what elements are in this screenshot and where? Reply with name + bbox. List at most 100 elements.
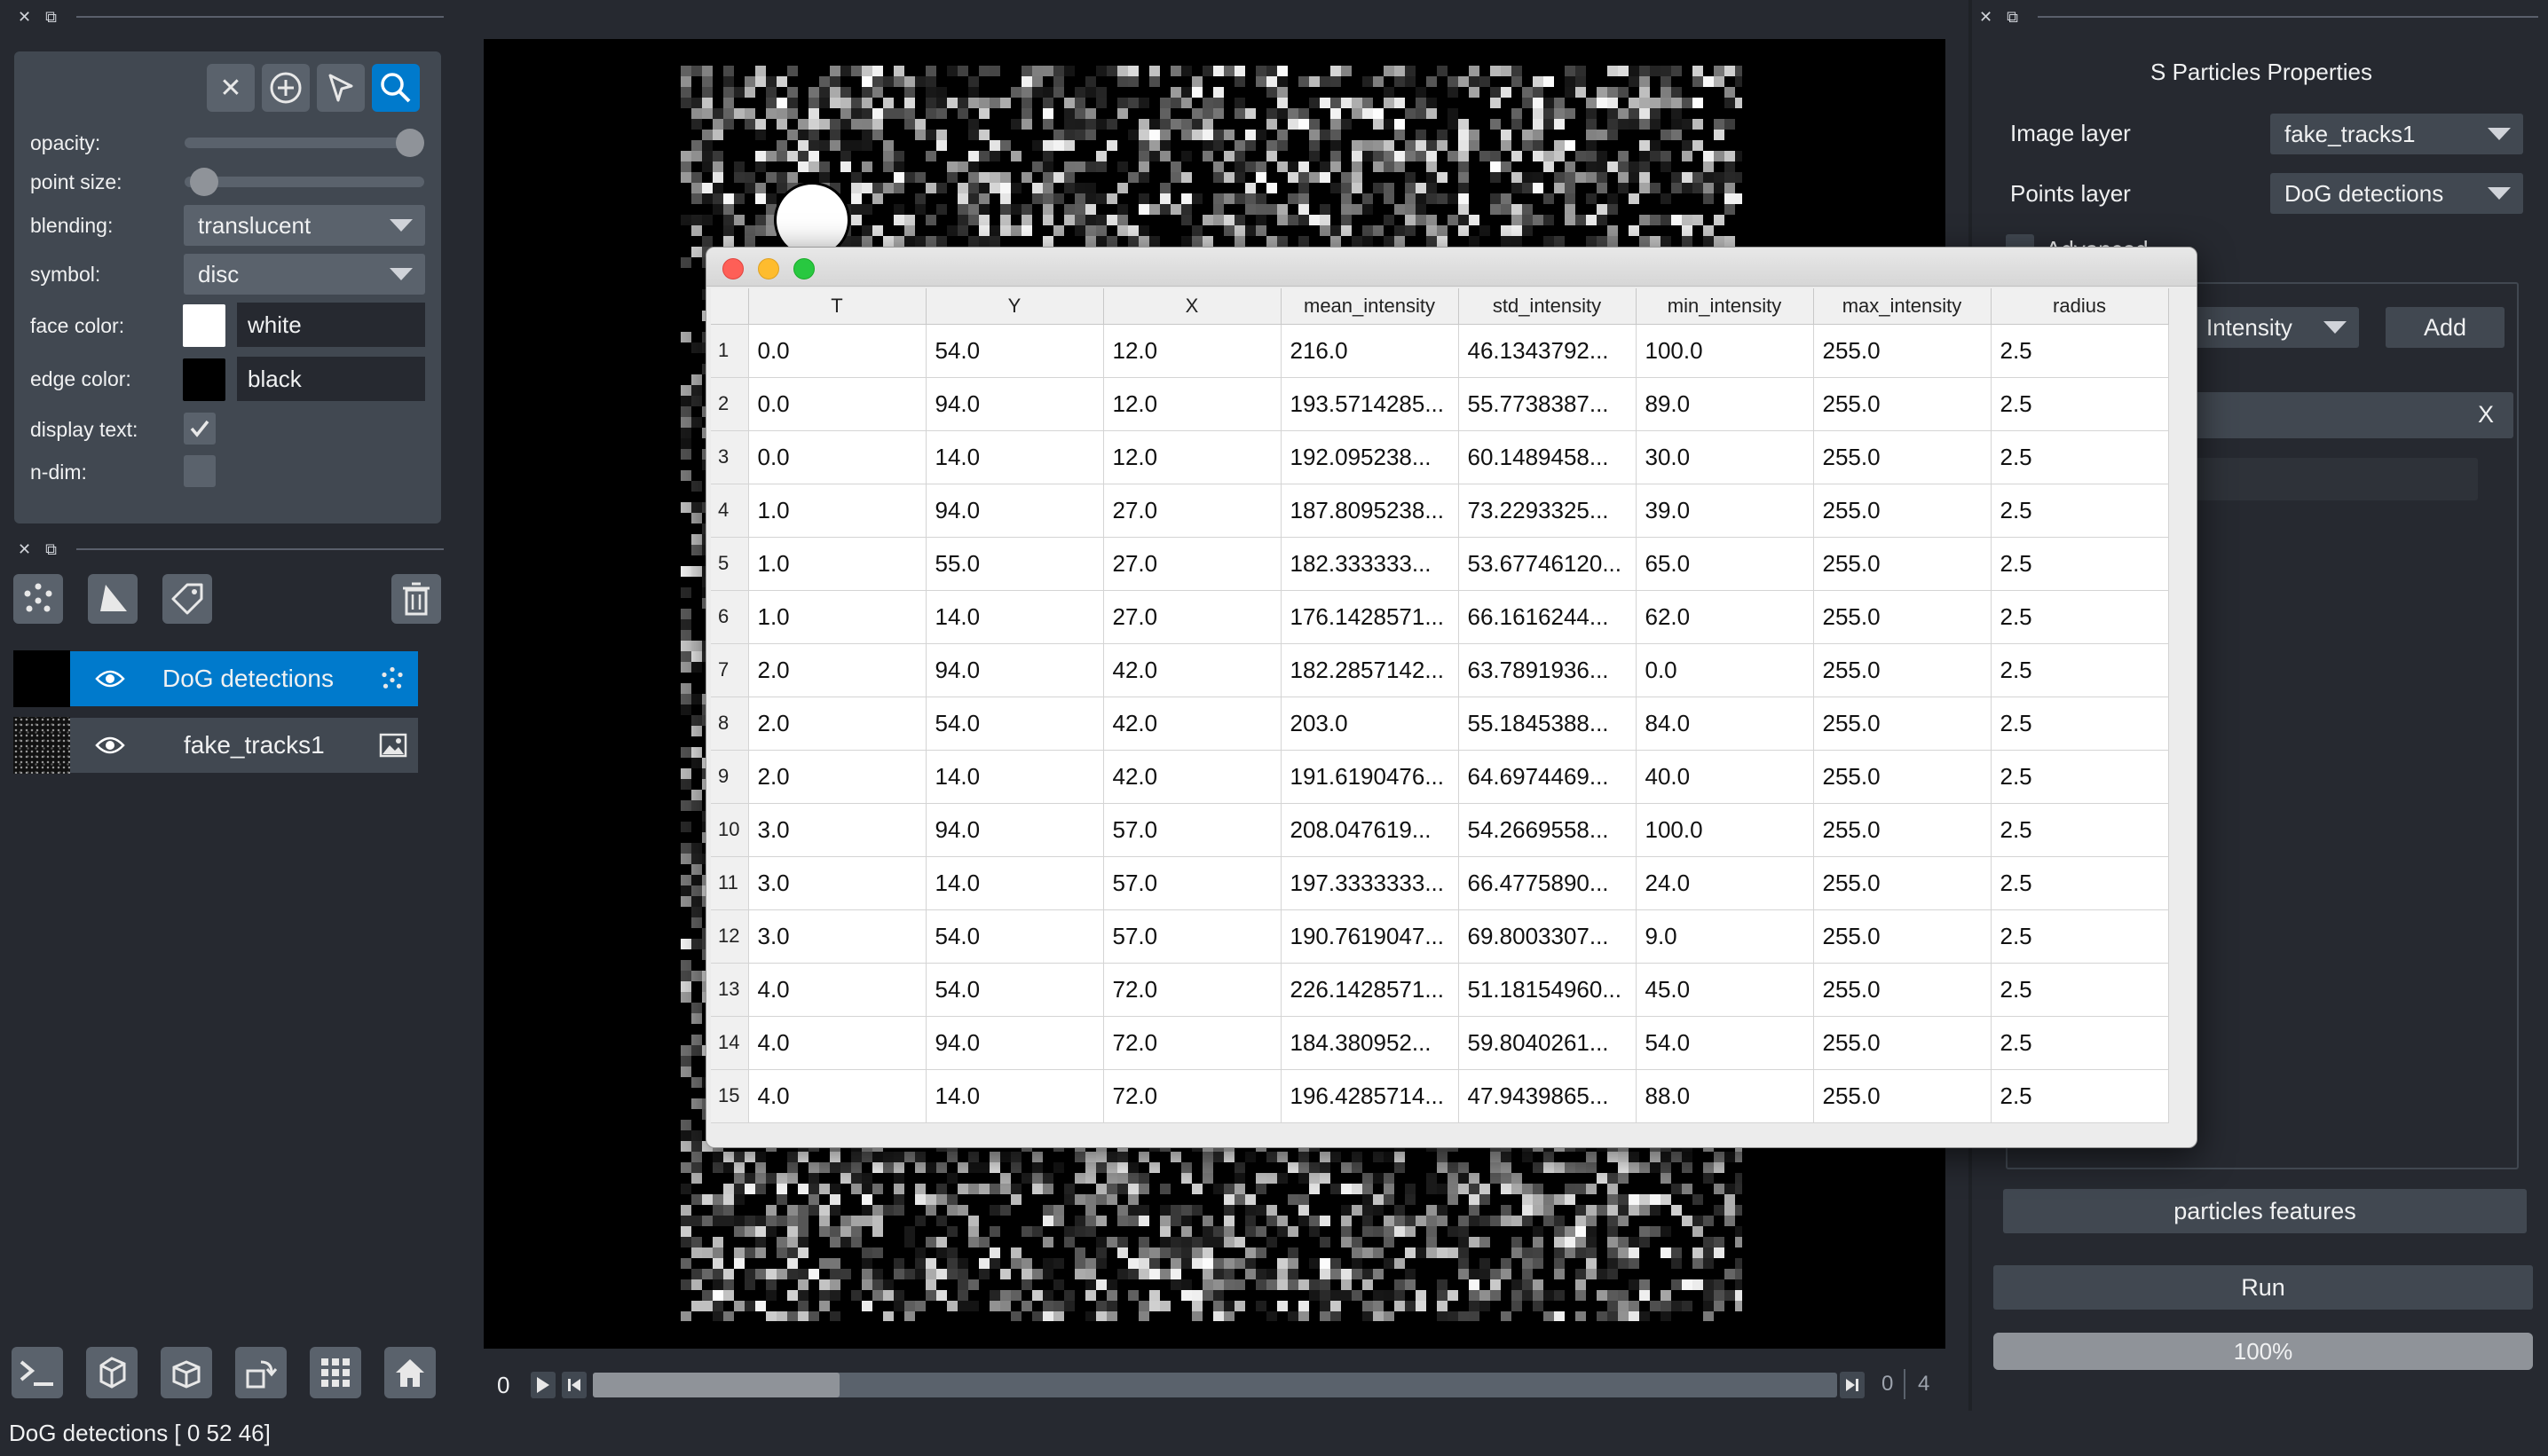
add-feature-button[interactable]: Add bbox=[2386, 307, 2505, 348]
ndisplay-button[interactable] bbox=[86, 1347, 138, 1398]
table-row[interactable]: 13 4.0 54.0 72.0 226.1428571... 51.18154960..… bbox=[711, 963, 2169, 1017]
close-icon[interactable]: ✕ bbox=[18, 9, 31, 25]
table-cell[interactable]: 4.0 bbox=[748, 1016, 927, 1070]
table-cell[interactable]: 12.0 bbox=[1103, 324, 1282, 378]
roll-dims-button[interactable] bbox=[161, 1347, 212, 1398]
window-titlebar[interactable] bbox=[706, 248, 2197, 287]
table-row[interactable]: 7 2.0 94.0 42.0 182.2857142... 63.7891936... 0… bbox=[711, 643, 2169, 697]
table-cell[interactable]: 94.0 bbox=[926, 803, 1104, 857]
table-cell[interactable]: 255.0 bbox=[1813, 643, 1992, 697]
table-cell[interactable]: 27.0 bbox=[1103, 484, 1282, 538]
table-cell[interactable]: 2.5 bbox=[1991, 484, 2169, 538]
layer-row-dog-detections[interactable]: DoG detections bbox=[70, 651, 418, 706]
table-cell[interactable]: 57.0 bbox=[1103, 909, 1282, 964]
row-number[interactable]: 1 bbox=[711, 324, 749, 378]
column-header[interactable]: std_intensity bbox=[1458, 288, 1637, 325]
close-icon[interactable]: ✕ bbox=[1979, 9, 1992, 25]
table-row[interactable]: 11 3.0 14.0 57.0 197.3333333... 66.4775890...… bbox=[711, 856, 2169, 910]
table-cell[interactable]: 54.2669558... bbox=[1458, 803, 1637, 857]
ndim-checkbox[interactable] bbox=[184, 455, 216, 487]
table-cell[interactable]: 2.5 bbox=[1991, 963, 2169, 1017]
opacity-slider[interactable] bbox=[185, 138, 424, 148]
float-icon[interactable]: ⧉ bbox=[2007, 9, 2018, 25]
table-cell[interactable]: 94.0 bbox=[926, 484, 1104, 538]
row-number[interactable]: 6 bbox=[711, 590, 749, 644]
row-number[interactable]: 4 bbox=[711, 484, 749, 538]
row-number[interactable]: 5 bbox=[711, 537, 749, 591]
zoom-button[interactable] bbox=[372, 64, 420, 112]
column-header[interactable]: Y bbox=[926, 288, 1104, 325]
close-icon[interactable]: ✕ bbox=[18, 541, 31, 557]
table-cell[interactable]: 2.5 bbox=[1991, 803, 2169, 857]
table-cell[interactable]: 255.0 bbox=[1813, 590, 1992, 644]
column-header[interactable]: min_intensity bbox=[1636, 288, 1814, 325]
table-cell[interactable]: 255.0 bbox=[1813, 909, 1992, 964]
table-cell[interactable]: 39.0 bbox=[1636, 484, 1814, 538]
row-number[interactable]: 14 bbox=[711, 1016, 749, 1070]
table-cell[interactable]: 89.0 bbox=[1636, 377, 1814, 431]
table-row[interactable]: 6 1.0 14.0 27.0 176.1428571... 66.1616244... 6… bbox=[711, 590, 2169, 644]
table-cell[interactable]: 62.0 bbox=[1636, 590, 1814, 644]
table-cell[interactable]: 255.0 bbox=[1813, 484, 1992, 538]
properties-table[interactable]: T Y Xmean_intensity std_intensity min_intens… bbox=[711, 288, 2169, 1123]
opacity-slider-handle[interactable] bbox=[396, 129, 424, 157]
table-cell[interactable]: 14.0 bbox=[926, 750, 1104, 804]
table-cell[interactable]: 1.0 bbox=[748, 590, 927, 644]
table-cell[interactable]: 190.7619047... bbox=[1281, 909, 1459, 964]
table-cell[interactable]: 255.0 bbox=[1813, 856, 1992, 910]
table-cell[interactable]: 255.0 bbox=[1813, 430, 1992, 484]
table-cell[interactable]: 54.0 bbox=[926, 697, 1104, 751]
table-cell[interactable]: 54.0 bbox=[1636, 1016, 1814, 1070]
table-cell[interactable]: 2.5 bbox=[1991, 643, 2169, 697]
table-cell[interactable]: 63.7891936... bbox=[1458, 643, 1637, 697]
table-cell[interactable]: 255.0 bbox=[1813, 324, 1992, 378]
table-cell[interactable]: 55.0 bbox=[926, 537, 1104, 591]
table-cell[interactable]: 42.0 bbox=[1103, 643, 1282, 697]
step-back-button[interactable] bbox=[562, 1372, 587, 1398]
table-cell[interactable]: 2.0 bbox=[748, 697, 927, 751]
table-cell[interactable]: 53.67746120... bbox=[1458, 537, 1637, 591]
eye-icon[interactable] bbox=[95, 735, 125, 756]
table-cell[interactable]: 255.0 bbox=[1813, 1069, 1992, 1123]
new-points-layer-button[interactable] bbox=[13, 574, 63, 624]
row-number[interactable]: 15 bbox=[711, 1069, 749, 1123]
table-row[interactable]: 10 3.0 94.0 57.0 208.047619... 54.2669558... 1… bbox=[711, 803, 2169, 857]
feature-type-combobox[interactable]: Intensity bbox=[2192, 307, 2359, 348]
table-cell[interactable]: 4.0 bbox=[748, 963, 927, 1017]
edge-color-swatch[interactable] bbox=[183, 358, 225, 401]
table-cell[interactable]: 0.0 bbox=[748, 324, 927, 378]
table-cell[interactable]: 2.0 bbox=[748, 643, 927, 697]
table-cell[interactable]: 42.0 bbox=[1103, 697, 1282, 751]
table-cell[interactable]: 54.0 bbox=[926, 909, 1104, 964]
table-cell[interactable]: 9.0 bbox=[1636, 909, 1814, 964]
table-row[interactable]: 12 3.0 54.0 57.0 190.7619047... 69.8003307...… bbox=[711, 909, 2169, 964]
table-cell[interactable]: 57.0 bbox=[1103, 856, 1282, 910]
table-cell[interactable]: 73.2293325... bbox=[1458, 484, 1637, 538]
table-cell[interactable]: 72.0 bbox=[1103, 963, 1282, 1017]
edge-color-field[interactable]: black bbox=[237, 357, 425, 401]
run-button[interactable]: Run bbox=[1993, 1265, 2533, 1310]
table-row[interactable]: 2 0.0 94.0 12.0 193.5714285... 55.7738387... 8… bbox=[711, 377, 2169, 431]
row-number[interactable]: 7 bbox=[711, 643, 749, 697]
table-cell[interactable]: 2.5 bbox=[1991, 909, 2169, 964]
table-cell[interactable]: 2.5 bbox=[1991, 430, 2169, 484]
table-row[interactable]: 1 0.0 54.0 12.0 216.0 46.1343792... 100.0 255.0… bbox=[711, 324, 2169, 378]
table-row[interactable]: 15 4.0 14.0 72.0 196.4285714... 47.9439865...… bbox=[711, 1069, 2169, 1123]
table-cell[interactable]: 27.0 bbox=[1103, 590, 1282, 644]
remove-feature-button[interactable]: X bbox=[2478, 401, 2494, 429]
table-cell[interactable]: 197.3333333... bbox=[1281, 856, 1459, 910]
table-cell[interactable]: 2.5 bbox=[1991, 697, 2169, 751]
table-cell[interactable]: 0.0 bbox=[1636, 643, 1814, 697]
table-cell[interactable]: 30.0 bbox=[1636, 430, 1814, 484]
close-window-button[interactable] bbox=[722, 258, 744, 279]
table-cell[interactable]: 66.1616244... bbox=[1458, 590, 1637, 644]
table-cell[interactable]: 2.5 bbox=[1991, 1016, 2169, 1070]
particles-features-button[interactable]: particles features bbox=[2003, 1189, 2527, 1233]
float-icon[interactable]: ⧉ bbox=[45, 9, 57, 25]
column-header[interactable]: radius bbox=[1991, 288, 2169, 325]
table-cell[interactable]: 2.5 bbox=[1991, 590, 2169, 644]
column-header[interactable]: X bbox=[1103, 288, 1282, 325]
table-cell[interactable]: 94.0 bbox=[926, 1016, 1104, 1070]
row-number[interactable]: 10 bbox=[711, 803, 749, 857]
table-cell[interactable]: 65.0 bbox=[1636, 537, 1814, 591]
